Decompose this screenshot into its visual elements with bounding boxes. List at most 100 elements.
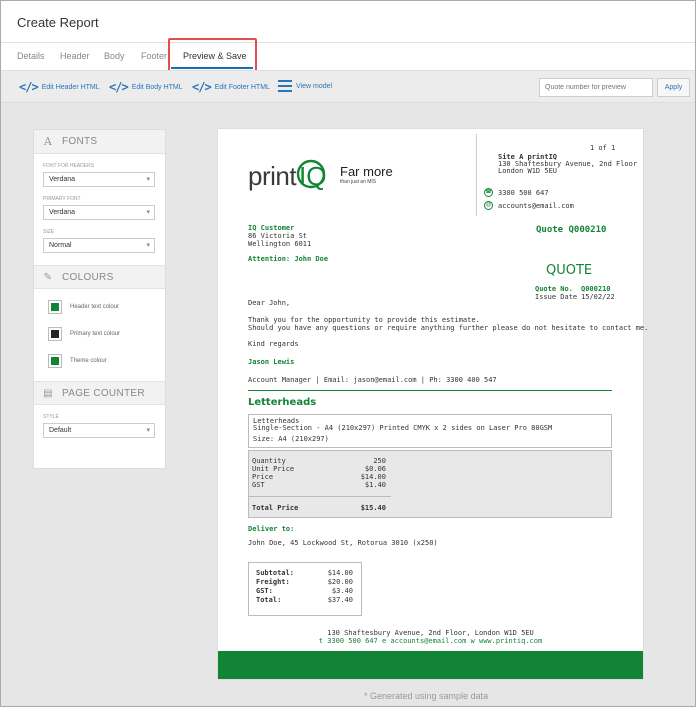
attention: Attention: John Doe: [248, 255, 329, 263]
edit-header-html-button[interactable]: </> Edit Header HTML: [19, 80, 100, 94]
totals-label: Total:: [256, 596, 282, 604]
tab-footer[interactable]: Footer: [141, 51, 167, 61]
totals-label: Freight:: [256, 578, 290, 586]
primary-text-colour-swatch[interactable]: [48, 326, 62, 341]
footer-e-label: e: [382, 637, 387, 645]
style-sidebar: A FONTS FONT FOR HEADERS Verdana PRIMARY…: [33, 129, 166, 469]
sample-data-note: * Generated using sample data: [364, 691, 489, 701]
email-icon: @: [484, 201, 493, 210]
tab-body[interactable]: Body: [104, 51, 125, 61]
primary-text-colour-label: Primary text colour: [70, 330, 121, 337]
totals-label: Subtotal:: [256, 569, 294, 577]
page-counter-section-header[interactable]: ▤ PAGE COUNTER: [34, 381, 165, 405]
theme-colour-row: Theme colour: [34, 347, 165, 374]
code-icon: </>: [109, 80, 129, 94]
header-divider: [476, 134, 477, 216]
totals-value: $20.00: [327, 578, 353, 586]
logo-tagline-1: Far more: [340, 164, 393, 179]
sender-name: Jason Lewis: [248, 358, 295, 366]
quote-no-label: Quote No.: [535, 285, 573, 293]
theme-colour-label: Theme colour: [70, 357, 107, 364]
customer-address-line-1: 86 Victoria St: [248, 232, 308, 240]
customer-name: IQ Customer: [248, 224, 295, 232]
quote-no-value: Q000210: [581, 285, 611, 293]
theme-colour-swatch[interactable]: [48, 353, 62, 368]
create-report-dialog: Create Report Details Header Body Footer…: [0, 0, 696, 707]
footer-w-label: w: [470, 637, 475, 645]
customer-address-line-2: Wellington 6011: [248, 240, 312, 248]
pricing-label: Unit Price: [252, 465, 295, 473]
issue-date-label: Issue Date: [535, 293, 578, 301]
header-text-colour-label: Header text colour: [70, 303, 120, 310]
swatch-fill: [51, 356, 59, 365]
quote-document-preview: print IQ Far more than just an MIS 1 of …: [218, 129, 648, 679]
pricing-value: $0.06: [364, 465, 386, 473]
greeting: Dear John,: [248, 299, 291, 307]
thanks-text: Thank you for the opportunity to provide…: [248, 316, 480, 324]
page-counter: 1 of 1: [590, 144, 616, 152]
colours-section-header[interactable]: ✎ COLOURS: [34, 265, 165, 289]
pricing-divider: [249, 496, 391, 497]
tab-highlight-box: [168, 38, 257, 73]
dialog-titlebar: Create Report: [1, 1, 695, 43]
questions-text: Should you have any questions or require…: [248, 324, 649, 332]
edit-body-html-button[interactable]: </> Edit Body HTML: [109, 80, 183, 94]
footer-t-label: t: [318, 637, 324, 645]
deliver-to-label: Deliver to:: [248, 525, 295, 533]
footer-address: 130 Shaftesbury Avenue, 2nd Floor, Londo…: [327, 629, 534, 637]
pricing-label: Price: [252, 473, 274, 481]
page-counter-heading: PAGE COUNTER: [62, 387, 145, 399]
printiq-logo: print IQ Far more than just an MIS: [248, 159, 398, 191]
page-counter-style-select[interactable]: Default: [43, 423, 155, 438]
tab-bar: Details Header Body Footer Preview & Sav…: [1, 43, 695, 70]
issue-date-value: 15/02/22: [581, 293, 615, 301]
regards-text: Kind regards: [248, 340, 299, 348]
document-type-heading: QUOTE: [546, 263, 593, 278]
sender-info: Account Manager | Email: jason@email.com…: [248, 376, 497, 384]
size-label: SIZE: [43, 229, 55, 235]
footer-web: www.printiq.com: [478, 637, 543, 645]
fonts-section-header[interactable]: A FONTS: [34, 130, 165, 154]
font-for-headers-select[interactable]: Verdana: [43, 172, 155, 187]
code-icon: </>: [19, 80, 39, 94]
total-price-value: $15.40: [360, 504, 386, 512]
code-icon: </>: [192, 80, 212, 94]
primary-text-colour-row: Primary text colour: [34, 320, 165, 347]
primary-font-select[interactable]: Verdana: [43, 205, 155, 220]
swatch-fill: [51, 329, 59, 338]
site-phone: 3300 500 647: [498, 189, 549, 197]
logo-tagline-2: than just an MIS: [340, 179, 377, 185]
site-address-line-2: London W1D 5EU: [498, 167, 558, 175]
dialog-title: Create Report: [17, 15, 99, 30]
totals-value: $3.40: [331, 587, 353, 595]
quote-number-input[interactable]: [539, 78, 653, 97]
footer-email: accounts@email.com: [390, 637, 467, 645]
edit-footer-html-button[interactable]: </> Edit Footer HTML: [192, 80, 270, 94]
total-price-label: Total Price: [252, 504, 299, 512]
pricing-box: Quantity 250 Unit Price $0.06 Price $14.…: [248, 450, 612, 518]
item-size: Size: A4 (210x297): [253, 435, 329, 443]
font-for-headers-label: FONT FOR HEADERS: [43, 163, 95, 169]
pricing-label: GST: [252, 481, 265, 489]
phone-icon: ☎: [484, 188, 493, 197]
footer-phone: 3300 500 647: [327, 637, 378, 645]
totals-value: $37.40: [327, 596, 353, 604]
size-select[interactable]: Normal: [43, 238, 155, 253]
site-email: accounts@email.com: [498, 202, 574, 210]
quote-id-heading: Quote Q000210: [536, 225, 607, 235]
apply-button[interactable]: Apply: [657, 78, 690, 97]
tab-details[interactable]: Details: [17, 51, 45, 61]
list-icon: [278, 80, 292, 92]
brush-icon: ✎: [43, 271, 53, 283]
colour-list: Header text colour Primary text colour T…: [34, 289, 165, 374]
pricing-value: $1.40: [364, 481, 386, 489]
view-model-button[interactable]: View model: [278, 80, 332, 92]
tab-header[interactable]: Header: [60, 51, 90, 61]
deliver-to-value: John Doe, 45 Lockwood St, Rotorua 3010 (…: [248, 539, 438, 547]
edit-header-html-label: Edit Header HTML: [41, 83, 100, 91]
section-divider: [248, 390, 612, 391]
logo-circle-icon: [296, 159, 326, 189]
edit-body-html-label: Edit Body HTML: [131, 83, 183, 91]
edit-footer-html-label: Edit Footer HTML: [214, 83, 270, 91]
header-text-colour-swatch[interactable]: [48, 299, 62, 314]
